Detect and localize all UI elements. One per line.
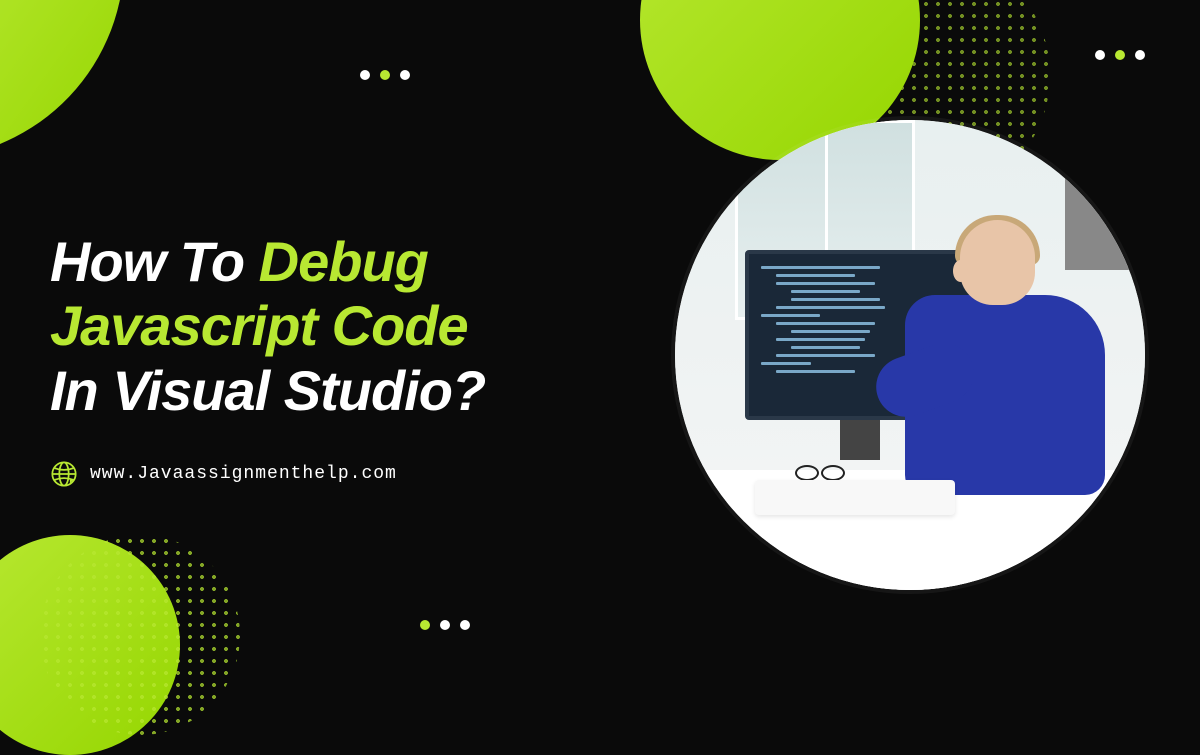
- promotional-banner: How To Debug Javascript Code In Visual S…: [0, 0, 1200, 675]
- decoration-dots-bottomleft: [40, 535, 240, 735]
- decoration-three-dots-top: [360, 70, 410, 80]
- photo-person: [905, 220, 1105, 500]
- globe-icon: [50, 460, 78, 488]
- photo-person-ear: [953, 260, 968, 282]
- heading-line2: Javascript Code: [50, 294, 485, 358]
- heading-line3: In Visual Studio?: [50, 359, 485, 423]
- decoration-shape-topleft: [0, 0, 156, 156]
- photo-scene: [675, 120, 1145, 590]
- website-url-section: www.Javaassignmenthelp.com: [50, 460, 397, 488]
- heading-part1: How To: [50, 230, 259, 293]
- decoration-three-dots-topright: [1095, 50, 1145, 60]
- photo-monitor-stand: [840, 420, 880, 460]
- decoration-three-dots-bottom: [420, 620, 470, 630]
- website-url: www.Javaassignmenthelp.com: [90, 464, 397, 484]
- hero-photo: [675, 120, 1145, 590]
- photo-person-head: [960, 220, 1035, 305]
- main-heading: How To Debug Javascript Code In Visual S…: [50, 230, 485, 423]
- heading-part2: Debug: [259, 230, 428, 293]
- photo-glasses: [795, 465, 845, 480]
- photo-keyboard: [755, 480, 955, 515]
